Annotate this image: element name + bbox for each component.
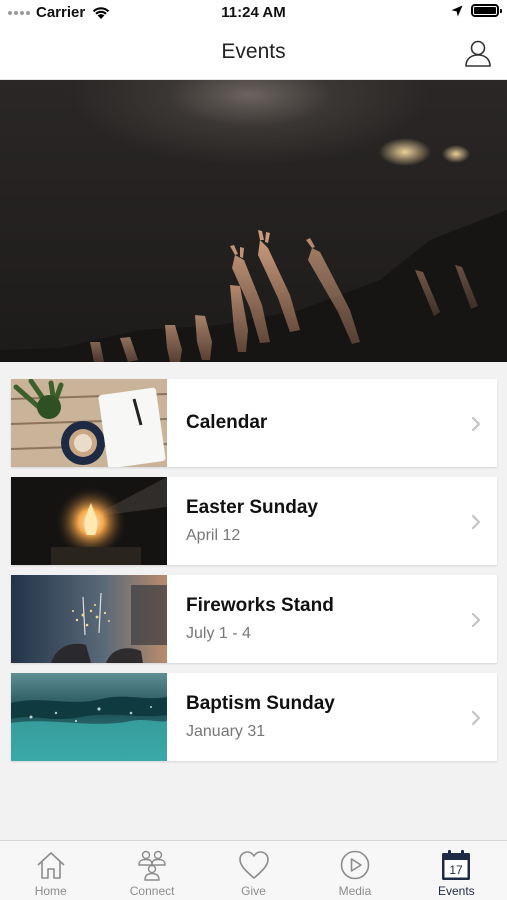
event-text: Baptism Sunday January 31	[167, 673, 497, 761]
event-date: January 31	[186, 723, 266, 740]
event-date: April 12	[186, 527, 241, 544]
chevron-right-icon	[471, 514, 481, 530]
event-card-easter-sunday[interactable]: Easter Sunday April 12	[11, 477, 497, 565]
location-arrow-icon	[451, 5, 463, 16]
event-title: Easter Sunday	[186, 497, 318, 518]
event-text: Easter Sunday April 12	[167, 477, 497, 565]
heart-icon	[238, 851, 269, 879]
tab-label: Events	[437, 884, 475, 898]
event-title: Baptism Sunday	[186, 693, 335, 714]
event-text: Calendar	[167, 379, 497, 467]
calendar-thumb	[11, 379, 167, 467]
tab-label: Connect	[129, 884, 175, 898]
hero-image	[0, 80, 507, 362]
nav-bar: Events	[0, 26, 507, 80]
status-right	[451, 4, 502, 17]
page-title: Events	[221, 40, 286, 63]
event-title: Fireworks Stand	[186, 595, 334, 616]
user-icon[interactable]	[463, 38, 493, 68]
people-icon	[138, 850, 166, 881]
tab-media[interactable]: Media	[304, 841, 405, 900]
event-card-fireworks-stand[interactable]: Fireworks Stand July 1 - 4	[11, 575, 497, 663]
sparkler-thumb	[11, 575, 167, 663]
event-list: Calendar Easter Sunday April 12 Firework…	[11, 379, 497, 771]
tab-connect[interactable]: Connect	[101, 841, 202, 900]
chevron-right-icon	[471, 612, 481, 628]
chevron-right-icon	[471, 710, 481, 726]
event-title: Calendar	[186, 412, 268, 433]
hero-illustration	[0, 138, 507, 362]
tab-bar: Home Connect Give Media 17 Events	[0, 840, 507, 900]
home-icon	[37, 852, 65, 879]
tab-events[interactable]: 17 Events	[406, 841, 507, 900]
event-card-calendar[interactable]: Calendar	[11, 379, 497, 467]
chevron-right-icon	[471, 416, 481, 432]
status-time: 11:24 AM	[221, 4, 286, 21]
svg-text:17: 17	[450, 863, 464, 877]
fire-thumb	[11, 477, 167, 565]
tab-label: Give	[241, 884, 266, 898]
event-card-baptism-sunday[interactable]: Baptism Sunday January 31	[11, 673, 497, 761]
battery-icon	[471, 4, 502, 17]
tab-give[interactable]: Give	[203, 841, 304, 900]
event-date: July 1 - 4	[186, 625, 251, 642]
status-bar: Carrier 11:24 AM	[0, 0, 507, 26]
tab-home[interactable]: Home	[0, 841, 101, 900]
event-text: Fireworks Stand July 1 - 4	[167, 575, 497, 663]
calendar-icon: 17	[442, 850, 471, 880]
tab-label: Media	[338, 884, 372, 898]
tab-label: Home	[34, 884, 67, 898]
water-thumb	[11, 673, 167, 761]
play-icon	[340, 850, 370, 880]
